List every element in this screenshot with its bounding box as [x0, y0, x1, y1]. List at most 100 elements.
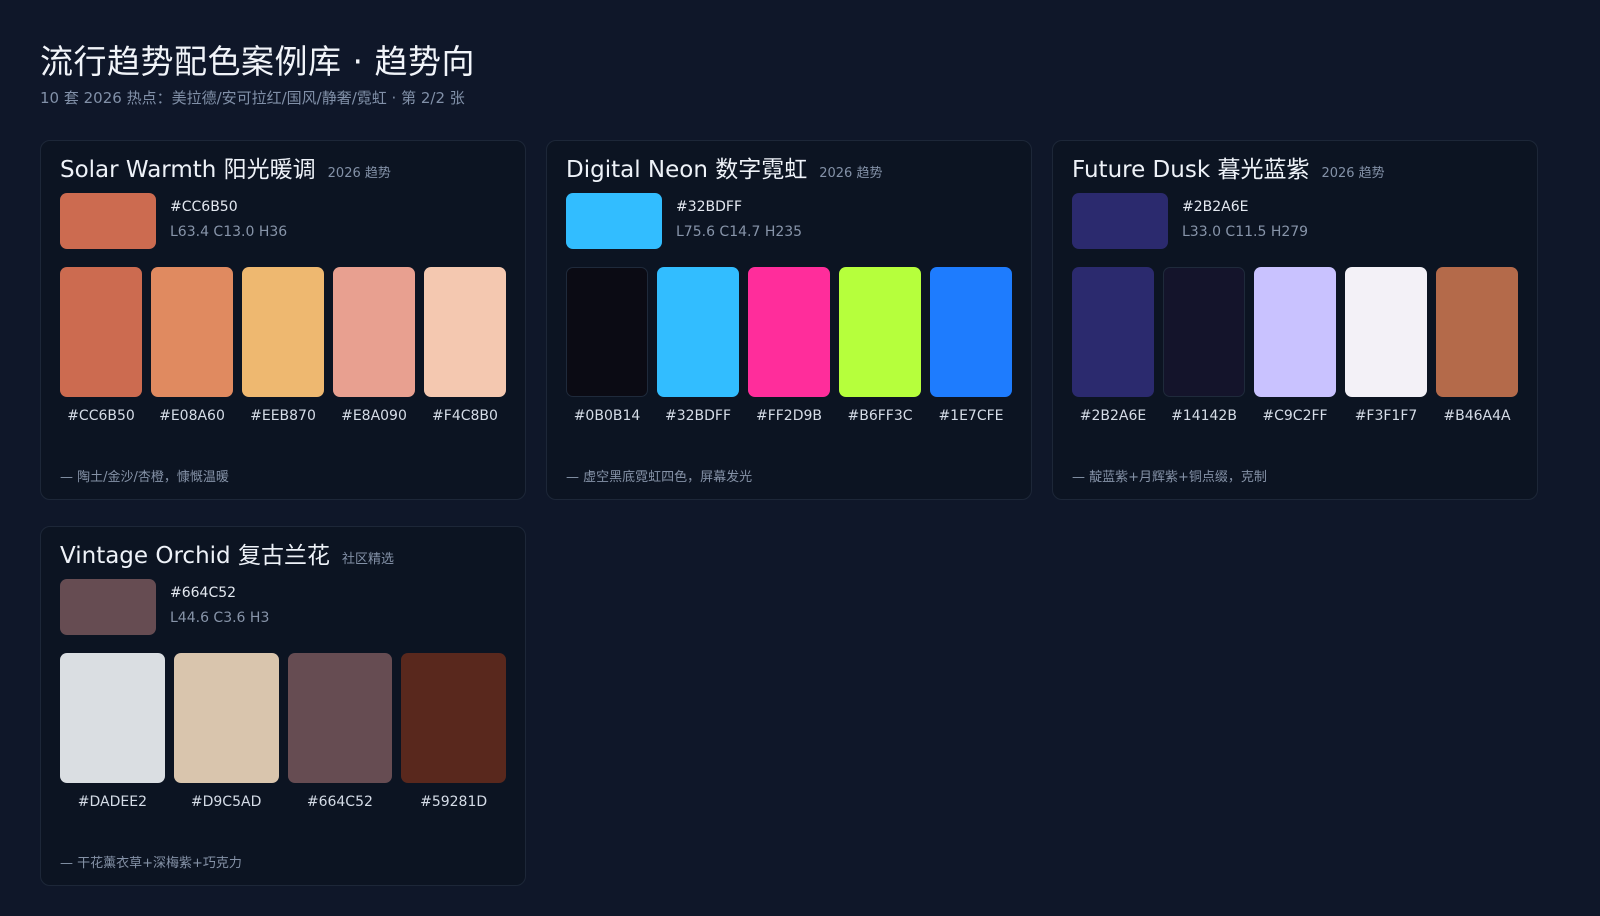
card-note: — 虚空黑底霓虹四色，屏幕发光 [566, 470, 753, 485]
color-swatch[interactable] [401, 653, 506, 783]
swatch-hex: #FF2D9B [755, 408, 823, 424]
swatch-item[interactable]: #FF2D9B [748, 267, 830, 425]
swatch-item[interactable]: #E08A60 [151, 267, 233, 425]
swatch-hex: #E08A60 [159, 408, 225, 424]
primary-swatch[interactable] [60, 579, 156, 635]
primary-lch: L75.6 C14.7 H235 [676, 224, 803, 240]
swatch-item[interactable]: #14142B [1163, 267, 1245, 425]
swatch-row: #DADEE2 #D9C5AD #664C52 #59281D [60, 653, 506, 811]
swatch-item[interactable]: #32BDFF [657, 267, 739, 425]
primary-info: #2B2A6E L33.0 C11.5 H279 [1182, 193, 1308, 242]
primary-swatch[interactable] [60, 193, 156, 249]
swatch-item[interactable]: #B6FF3C [839, 267, 921, 425]
color-swatch[interactable] [1163, 267, 1245, 397]
swatch-item[interactable]: #C9C2FF [1254, 267, 1336, 425]
color-swatch[interactable] [1254, 267, 1336, 397]
color-swatch[interactable] [748, 267, 830, 397]
primary-lch: L33.0 C11.5 H279 [1182, 224, 1309, 240]
swatch-hex: #B6FF3C [847, 408, 913, 424]
swatch-row: #CC6B50 #E08A60 #EEB870 #E8A090 #F4C8B0 [60, 267, 506, 425]
primary-color-row: #CC6B50 L63.4 C13.0 H36 [60, 193, 506, 249]
card-tag: 社区精选 [341, 552, 394, 567]
swatch-item[interactable]: #DADEE2 [60, 653, 165, 811]
color-swatch[interactable] [1436, 267, 1518, 397]
swatch-hex: #D9C5AD [190, 794, 262, 810]
primary-swatch[interactable] [566, 193, 662, 249]
card-note: — 靛蓝紫+月辉紫+铜点缀，克制 [1072, 470, 1267, 485]
swatch-hex: #B46A4A [1443, 408, 1511, 424]
color-swatch[interactable] [1345, 267, 1427, 397]
color-swatch[interactable] [287, 653, 393, 783]
primary-hex: #32BDFF [676, 199, 743, 215]
color-swatch[interactable] [242, 267, 324, 397]
primary-info: #32BDFF L75.6 C14.7 H235 [676, 193, 802, 242]
card-note: — 陶土/金沙/杏橙，慷慨温暖 [60, 470, 229, 485]
primary-hex: #CC6B50 [170, 199, 238, 215]
swatch-hex: #0B0B14 [573, 408, 641, 424]
swatch-hex: #664C52 [306, 794, 373, 810]
swatch-row: #2B2A6E #14142B #C9C2FF #F3F1F7 #B46A4A [1072, 267, 1518, 425]
page-title: 流行趋势配色案例库 · 趋势向 [40, 42, 475, 81]
swatch-item[interactable]: #B46A4A [1436, 267, 1518, 425]
card-title: Solar Warmth 阳光暖调 [60, 157, 316, 183]
palette-card-solar-warmth[interactable]: Solar Warmth 阳光暖调 2026 趋势 #CC6B50 L63.4 … [40, 140, 526, 500]
color-swatch[interactable] [839, 267, 921, 397]
card-title: Digital Neon 数字霓虹 [566, 157, 808, 183]
primary-lch: L44.6 C3.6 H3 [170, 610, 270, 626]
primary-info: #664C52 L44.6 C3.6 H3 [170, 579, 269, 628]
card-tag: 2026 趋势 [327, 166, 391, 181]
palette-card-digital-neon[interactable]: Digital Neon 数字霓虹 2026 趋势 #32BDFF L75.6 … [546, 140, 1032, 500]
swatch-hex: #E8A090 [341, 408, 407, 424]
primary-color-row: #2B2A6E L33.0 C11.5 H279 [1072, 193, 1518, 249]
page-subtitle: 10 套 2026 热点：美拉德/安可拉红/国风/静奢/霓虹 · 第 2/2 张 [40, 89, 465, 107]
color-swatch[interactable] [1072, 267, 1154, 397]
color-swatch[interactable] [151, 267, 233, 397]
primary-lch: L63.4 C13.0 H36 [170, 224, 288, 240]
color-swatch[interactable] [566, 267, 648, 397]
card-header: Future Dusk 暮光蓝紫 2026 趋势 [1072, 155, 1518, 185]
primary-hex: #2B2A6E [1182, 199, 1249, 215]
color-swatch[interactable] [60, 653, 165, 783]
card-header: Solar Warmth 阳光暖调 2026 趋势 [60, 155, 506, 185]
color-swatch[interactable] [173, 653, 279, 783]
card-tag: 2026 趋势 [1321, 166, 1385, 181]
color-swatch[interactable] [657, 267, 739, 397]
swatch-hex: #14142B [1171, 408, 1237, 424]
swatch-item[interactable]: #664C52 [287, 653, 393, 811]
swatch-hex: #32BDFF [664, 408, 732, 424]
swatch-item[interactable]: #D9C5AD [173, 653, 279, 811]
swatch-hex: #59281D [420, 794, 488, 810]
palette-card-vintage-orchid[interactable]: Vintage Orchid 复古兰花 社区精选 #664C52 L44.6 C… [40, 526, 526, 886]
swatch-item[interactable]: #CC6B50 [60, 267, 142, 425]
swatch-item[interactable]: #EEB870 [242, 267, 324, 425]
card-note: — 干花薰衣草+深梅紫+巧克力 [60, 856, 242, 871]
swatch-item[interactable]: #F3F1F7 [1345, 267, 1427, 425]
primary-info: #CC6B50 L63.4 C13.0 H36 [170, 193, 287, 242]
swatch-hex: #C9C2FF [1262, 408, 1328, 424]
swatch-item[interactable]: #F4C8B0 [424, 267, 506, 425]
color-swatch[interactable] [930, 267, 1012, 397]
palette-card-future-dusk[interactable]: Future Dusk 暮光蓝紫 2026 趋势 #2B2A6E L33.0 C… [1052, 140, 1538, 500]
swatch-item[interactable]: #59281D [401, 653, 506, 811]
primary-color-row: #664C52 L44.6 C3.6 H3 [60, 579, 506, 635]
card-header: Digital Neon 数字霓虹 2026 趋势 [566, 155, 1012, 185]
swatch-hex: #DADEE2 [77, 794, 147, 810]
swatch-item[interactable]: #2B2A6E [1072, 267, 1154, 425]
swatch-hex: #F4C8B0 [432, 408, 498, 424]
swatch-hex: #CC6B50 [67, 408, 135, 424]
card-title: Future Dusk 暮光蓝紫 [1072, 157, 1310, 183]
swatch-item[interactable]: #0B0B14 [566, 267, 648, 425]
swatch-hex: #F3F1F7 [1354, 408, 1418, 424]
swatch-item[interactable]: #E8A090 [333, 267, 415, 425]
color-swatch[interactable] [333, 267, 415, 397]
primary-swatch[interactable] [1072, 193, 1168, 249]
color-swatch[interactable] [60, 267, 142, 397]
swatch-item[interactable]: #1E7CFE [930, 267, 1012, 425]
swatch-hex: #EEB870 [250, 408, 316, 424]
card-header: Vintage Orchid 复古兰花 社区精选 [60, 541, 506, 571]
swatch-row: #0B0B14 #32BDFF #FF2D9B #B6FF3C #1E7CFE [566, 267, 1012, 425]
card-title: Vintage Orchid 复古兰花 [60, 543, 330, 569]
color-swatch[interactable] [424, 267, 506, 397]
swatch-hex: #1E7CFE [938, 408, 1004, 424]
primary-hex: #664C52 [170, 585, 237, 601]
